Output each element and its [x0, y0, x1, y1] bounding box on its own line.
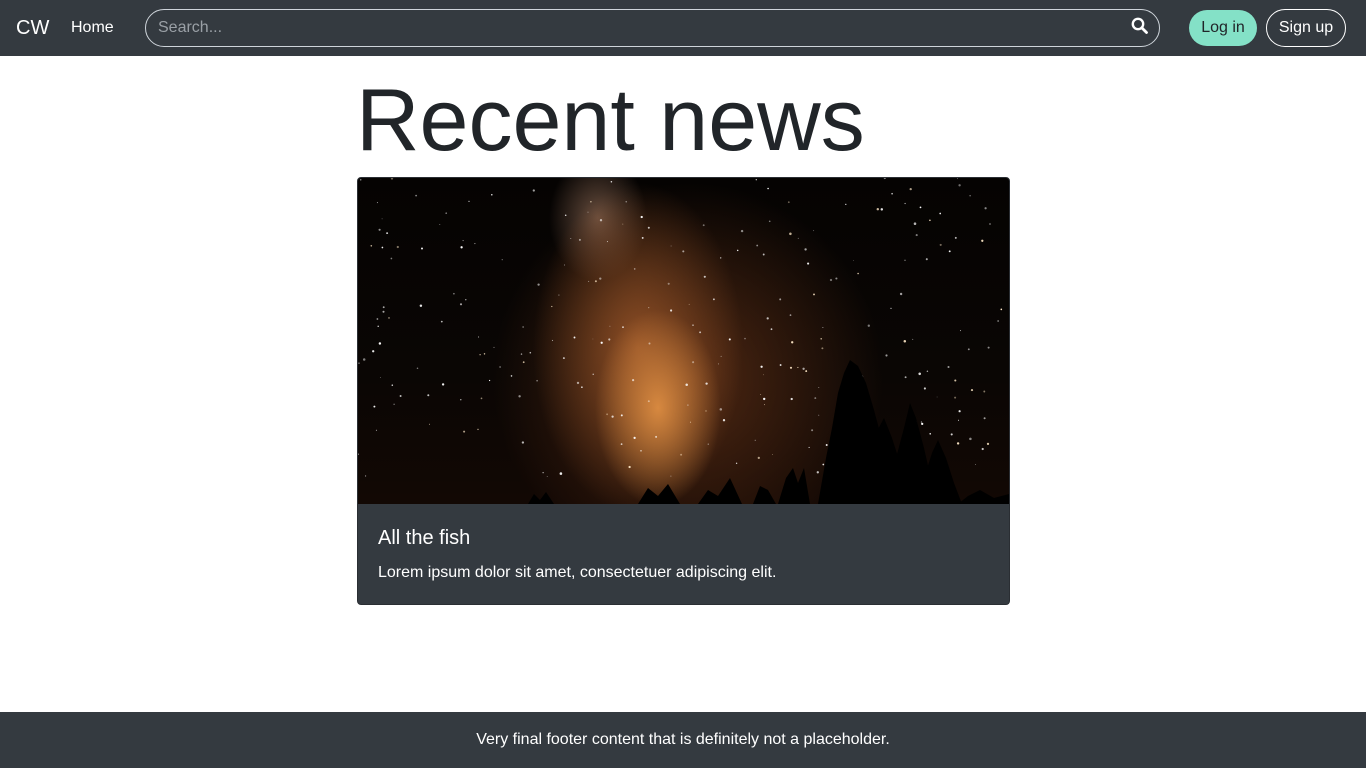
card-body: All the fish Lorem ipsum dolor sit amet,…: [358, 504, 1009, 604]
brand-logo[interactable]: CW: [16, 0, 49, 56]
search-button[interactable]: [1119, 10, 1159, 46]
search-bar: [145, 9, 1160, 47]
card-text: Lorem ipsum dolor sit amet, consectetuer…: [378, 564, 777, 581]
footer: Very final footer content that is defini…: [0, 712, 1366, 768]
nav-link-home[interactable]: Home: [71, 0, 114, 56]
login-button[interactable]: Log in: [1189, 10, 1257, 46]
news-card[interactable]: All the fish Lorem ipsum dolor sit amet,…: [357, 177, 1010, 605]
card-image: [358, 178, 1009, 504]
search-input[interactable]: [146, 10, 1119, 46]
card-title[interactable]: All the fish: [378, 526, 989, 550]
page-title: Recent news: [356, 70, 865, 169]
signup-button[interactable]: Sign up: [1266, 9, 1346, 47]
search-icon: [1131, 17, 1148, 39]
navbar: CW Home Log in Sign up: [0, 0, 1366, 56]
footer-text: Very final footer content that is defini…: [476, 731, 890, 748]
